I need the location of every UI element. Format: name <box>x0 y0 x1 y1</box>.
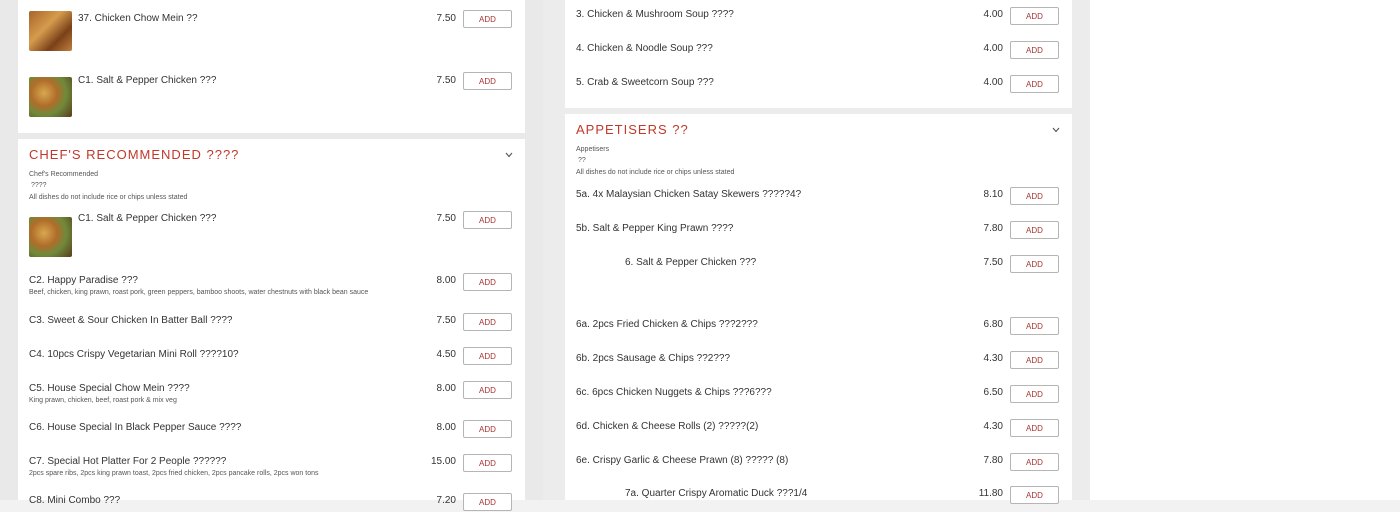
item-name: C4. 10pcs Crispy Vegetarian Mini Roll ??… <box>29 349 239 360</box>
item-name: 5b. Salt & Pepper King Prawn ???? <box>576 223 734 234</box>
section-desc-note: All dishes do not include rice or chips … <box>576 169 735 176</box>
item-description: King prawn, chicken, beef, roast pork & … <box>29 397 177 404</box>
section-desc-cn: ?? <box>578 157 586 164</box>
item-name: 6e. Crispy Garlic & Cheese Prawn (8) ???… <box>576 455 789 466</box>
add-button[interactable]: ADD <box>1010 419 1059 437</box>
item-price: 8.00 <box>436 383 456 394</box>
item-description: Beef, chicken, king prawn, roast pork, g… <box>29 289 369 296</box>
add-button[interactable]: ADD <box>463 420 512 438</box>
item-name: 3. Chicken & Mushroom Soup ???? <box>576 9 734 20</box>
item-price: 4.30 <box>983 353 1003 364</box>
add-button[interactable]: ADD <box>1010 255 1059 273</box>
add-button[interactable]: ADD <box>1010 75 1059 93</box>
add-button[interactable]: ADD <box>463 347 512 365</box>
item-name: 6d. Chicken & Cheese Rolls (2) ?????(2) <box>576 421 759 432</box>
item-price: 15.00 <box>430 456 456 467</box>
item-price: 7.20 <box>436 495 456 506</box>
item-price: 6.80 <box>983 319 1003 330</box>
add-button[interactable]: ADD <box>463 381 512 399</box>
item-price: 11.80 <box>978 488 1003 499</box>
add-button[interactable]: ADD <box>463 10 512 28</box>
item-name: C1. Salt & Pepper Chicken ??? <box>78 75 217 86</box>
menu-card-previous: 37. Chicken Chow Mein ?? 7.50 ADD C1. Sa… <box>18 0 525 133</box>
left-menu-column: 37. Chicken Chow Mein ?? 7.50 ADD C1. Sa… <box>0 0 543 511</box>
item-price: 8.00 <box>436 275 456 286</box>
item-name: C3. Sweet & Sour Chicken In Batter Ball … <box>29 315 233 326</box>
chevron-down-icon[interactable] <box>1052 126 1060 134</box>
item-description: 2pcs spare ribs, 2pcs king prawn toast, … <box>29 470 319 477</box>
add-button[interactable]: ADD <box>1010 385 1059 403</box>
item-name: 5a. 4x Malaysian Chicken Satay Skewers ?… <box>576 189 802 200</box>
item-name: 6. Salt & Pepper Chicken ??? <box>625 257 757 268</box>
section-desc-title: Appetisers <box>576 146 610 153</box>
menu-section-appetisers: APPETISERS ?? Appetisers ?? All dishes d… <box>565 114 1072 504</box>
item-price: 8.10 <box>983 189 1003 200</box>
add-button[interactable]: ADD <box>1010 486 1059 504</box>
add-button[interactable]: ADD <box>463 273 512 291</box>
item-price: 7.50 <box>436 13 456 24</box>
section-title[interactable]: APPETISERS ?? <box>576 122 689 137</box>
item-name: C5. House Special Chow Mein ???? <box>29 383 190 394</box>
item-price: 7.50 <box>436 213 456 224</box>
item-price: 4.50 <box>436 349 456 360</box>
item-price: 7.50 <box>436 75 456 86</box>
item-price: 7.80 <box>983 223 1003 234</box>
item-price: 6.50 <box>983 387 1003 398</box>
right-menu-column: 3. Chicken & Mushroom Soup ???? 4.00 ADD… <box>543 0 1090 504</box>
item-price: 4.00 <box>983 77 1003 88</box>
add-button[interactable]: ADD <box>1010 187 1059 205</box>
add-button[interactable]: ADD <box>463 493 512 511</box>
item-name: C6. House Special In Black Pepper Sauce … <box>29 422 242 433</box>
item-name: 7a. Quarter Crispy Aromatic Duck ???1/4 <box>625 488 808 499</box>
item-name: 6b. 2pcs Sausage & Chips ??2??? <box>576 353 730 364</box>
section-title[interactable]: CHEF'S RECOMMENDED ???? <box>29 147 239 162</box>
add-button[interactable]: ADD <box>1010 317 1059 335</box>
add-button[interactable]: ADD <box>1010 221 1059 239</box>
item-name: C7. Special Hot Platter For 2 People ???… <box>29 456 227 467</box>
section-desc-note: All dishes do not include rice or chips … <box>29 194 188 201</box>
add-button[interactable]: ADD <box>463 211 512 229</box>
add-button[interactable]: ADD <box>1010 7 1059 25</box>
item-price: 8.00 <box>436 422 456 433</box>
item-name: C1. Salt & Pepper Chicken ??? <box>78 213 217 224</box>
item-name: 5. Crab & Sweetcorn Soup ??? <box>576 77 714 88</box>
item-price: 7.50 <box>436 315 456 326</box>
item-name: 37. Chicken Chow Mein ?? <box>78 13 198 24</box>
salt-pepper-chicken-image <box>29 77 72 117</box>
chow-mein-image <box>29 11 72 51</box>
item-price: 7.50 <box>983 257 1003 268</box>
section-desc-title: Chef's Recommended <box>29 171 99 178</box>
chevron-down-icon[interactable] <box>505 151 513 159</box>
menu-card-soups: 3. Chicken & Mushroom Soup ???? 4.00 ADD… <box>565 0 1072 108</box>
add-button[interactable]: ADD <box>463 454 512 472</box>
add-button[interactable]: ADD <box>463 72 512 90</box>
item-price: 7.80 <box>983 455 1003 466</box>
add-button[interactable]: ADD <box>1010 41 1059 59</box>
salt-pepper-chicken-image <box>29 217 72 257</box>
item-name: 6c. 6pcs Chicken Nuggets & Chips ???6??? <box>576 387 772 398</box>
add-button[interactable]: ADD <box>1010 351 1059 369</box>
menu-section-chefs-recommended: CHEF'S RECOMMENDED ???? Chef's Recommend… <box>18 139 525 511</box>
item-price: 4.30 <box>983 421 1003 432</box>
item-name: C8. Mini Combo ??? <box>29 495 121 506</box>
item-name: C2. Happy Paradise ??? <box>29 275 138 286</box>
add-button[interactable]: ADD <box>1010 453 1059 471</box>
item-name: 4. Chicken & Noodle Soup ??? <box>576 43 713 54</box>
item-name: 6a. 2pcs Fried Chicken & Chips ???2??? <box>576 319 758 330</box>
add-button[interactable]: ADD <box>463 313 512 331</box>
page-background <box>1090 0 1400 500</box>
item-price: 4.00 <box>983 9 1003 20</box>
item-price: 4.00 <box>983 43 1003 54</box>
section-desc-cn: ???? <box>31 182 47 189</box>
